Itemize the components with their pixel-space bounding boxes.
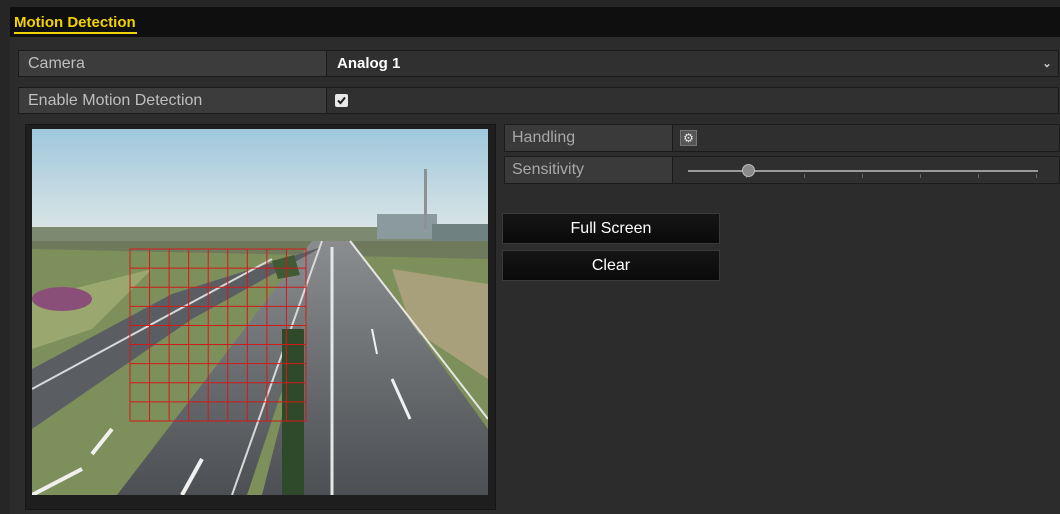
camera-select[interactable]: Analog 1 ⌄ [328,51,1058,76]
checkmark-icon [337,96,346,105]
enable-motion-label: Enable Motion Detection [19,88,327,113]
camera-value: Analog 1 [337,55,401,72]
clear-button[interactable]: Clear [502,250,720,281]
enable-motion-cell [328,88,1058,113]
sensitivity-label: Sensitivity [505,157,673,183]
slider-tick [804,174,805,178]
camera-row: Camera Analog 1 ⌄ [18,50,1059,77]
handling-label: Handling [505,125,673,151]
highway-scene-image [32,129,488,495]
enable-motion-checkbox[interactable] [335,94,348,107]
sensitivity-row: Sensitivity [504,156,1060,184]
handling-row: Handling ⚙ [504,124,1060,152]
slider-thumb[interactable] [742,164,755,177]
camera-label: Camera [19,51,327,76]
chevron-down-icon[interactable]: ⌄ [1041,51,1053,76]
slider-tick [1036,174,1037,178]
camera-preview[interactable] [32,129,488,495]
slider-tick [920,174,921,178]
slider-track [688,170,1038,172]
motion-detection-window: Motion Detection Camera Analog 1 ⌄ Enabl… [0,0,1060,514]
video-preview-frame [25,124,496,510]
slider-tick [978,174,979,178]
header-bar: Motion Detection [10,7,1060,37]
page-title: Motion Detection [14,14,137,34]
full-screen-button[interactable]: Full Screen [502,213,720,244]
gear-icon[interactable]: ⚙ [680,130,697,146]
slider-tick [862,174,863,178]
enable-motion-row: Enable Motion Detection [18,87,1059,114]
sensitivity-slider[interactable] [688,160,1038,182]
